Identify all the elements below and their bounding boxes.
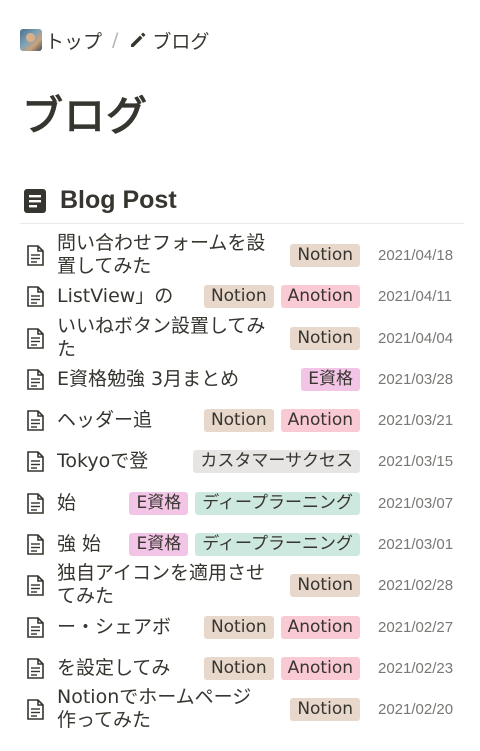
post-date: 2021/03/07 [378, 494, 454, 512]
tag-badge[interactable]: ディープラーニング [195, 491, 360, 515]
breadcrumb-home-link[interactable]: トップ [20, 27, 102, 54]
tag-badge[interactable]: Notion [290, 698, 360, 722]
post-tags: Notion [290, 574, 360, 598]
breadcrumb-separator: / [112, 29, 119, 51]
tag-badge[interactable]: E資格 [129, 533, 189, 557]
tag-badge[interactable]: カスタマーサクセス [193, 450, 360, 474]
post-tags: E資格 [301, 367, 360, 391]
document-icon [26, 327, 45, 349]
page-title: ブログ [22, 92, 148, 140]
tag-badge[interactable]: Notion [290, 574, 360, 598]
tag-badge[interactable]: Anotion [280, 409, 360, 433]
database-title[interactable]: Blog Post [60, 186, 177, 215]
post-row[interactable]: 問い合わせフォームを設置してみた Notion 2021/04/18 [0, 232, 480, 278]
post-row[interactable]: を設定してみ Notion Anotion 2021/02/23 [0, 648, 480, 689]
database-divider [20, 223, 464, 224]
document-icon [26, 575, 45, 597]
avatar [20, 29, 42, 51]
post-row[interactable]: E資格勉強 3月まとめ E資格 2021/03/28 [0, 359, 480, 400]
post-date: 2021/03/15 [378, 453, 454, 471]
post-tags: E資格 ディープラーニング [129, 491, 360, 515]
post-date: 2021/02/23 [378, 659, 454, 677]
document-icon [26, 699, 45, 721]
tag-badge[interactable]: Anotion [280, 615, 360, 639]
document-icon [26, 451, 45, 473]
post-date: 2021/02/27 [378, 618, 454, 636]
document-icon [26, 410, 45, 431]
post-list: 問い合わせフォームを設置してみた Notion 2021/04/18 ListView… [0, 232, 480, 732]
post-row[interactable]: 独自アイコンを適用させてみた Notion 2021/02/28 [0, 562, 480, 608]
post-tags: Notion Anotion [203, 615, 360, 639]
post-date: 2021/03/28 [378, 370, 454, 388]
database-header: Blog Post [22, 186, 177, 215]
post-row[interactable]: 始 E資格 ディープラーニング 2021/03/07 [0, 483, 480, 524]
document-icon [26, 658, 45, 679]
post-title[interactable]: Notionでホームページ作ってみた [57, 686, 267, 732]
post-row[interactable]: いいねボタン設置してみた Notion 2021/04/04 [0, 315, 480, 361]
tag-badge[interactable]: ディープラーニング [195, 533, 360, 557]
document-icon [26, 245, 45, 266]
post-row[interactable]: ListView」の Notion Anotion 2021/04/11 [0, 276, 480, 317]
document-icon [26, 616, 45, 638]
post-tags: E資格 ディープラーニング [129, 533, 360, 557]
post-row[interactable]: Notionでホームページ作ってみた Notion 2021/02/20 [0, 686, 480, 732]
post-title[interactable]: E資格勉強 3月まとめ [57, 368, 272, 392]
tag-badge[interactable]: Notion [290, 326, 360, 350]
tag-badge[interactable]: Notion [290, 244, 360, 267]
breadcrumb-home-label: トップ [45, 30, 103, 53]
breadcrumb: トップ / ブログ [20, 26, 209, 54]
breadcrumb-current-label: ブログ [152, 30, 210, 53]
post-title[interactable]: いいねボタン設置してみた [57, 315, 267, 361]
post-tags: Notion [290, 698, 360, 722]
document-icon [26, 534, 45, 555]
post-tags: Notion [290, 244, 360, 267]
post-tags: Notion [290, 326, 360, 350]
post-date: 2021/03/01 [378, 536, 454, 554]
document-icon [26, 492, 45, 514]
post-row[interactable]: ー・シェアボ Notion Anotion 2021/02/27 [0, 607, 480, 648]
post-date: 2021/02/20 [378, 701, 454, 719]
post-row[interactable]: ヘッダー追 Notion Anotion 2021/03/21 [0, 400, 480, 441]
tag-badge[interactable]: Notion [203, 615, 274, 639]
post-row[interactable]: Tokyoで登 カスタマーサクセス 2021/03/15 [0, 441, 480, 482]
tag-badge[interactable]: E資格 [129, 491, 189, 515]
pencil-icon [131, 32, 146, 47]
post-tags: カスタマーサクセス [193, 450, 360, 474]
document-list-icon [24, 188, 46, 213]
post-tags: Notion Anotion [203, 409, 360, 433]
post-tags: Notion Anotion [203, 285, 360, 309]
post-date: 2021/03/21 [378, 412, 454, 430]
post-tags: Notion Anotion [203, 656, 360, 680]
post-row[interactable]: 強 始 E資格 ディープラーニング 2021/03/01 [0, 524, 480, 565]
tag-badge[interactable]: Notion [203, 285, 274, 309]
post-date: 2021/04/11 [378, 288, 452, 306]
tag-badge[interactable]: Notion [203, 409, 274, 433]
tag-badge[interactable]: Anotion [280, 656, 360, 680]
post-title[interactable]: 独自アイコンを適用させてみた [57, 562, 267, 608]
post-date: 2021/04/18 [378, 247, 454, 264]
post-date: 2021/02/28 [378, 577, 454, 595]
breadcrumb-current-link[interactable]: ブログ [128, 27, 209, 54]
document-icon [26, 369, 45, 390]
post-title[interactable]: 問い合わせフォームを設置してみた [57, 232, 267, 278]
tag-badge[interactable]: Notion [203, 656, 274, 680]
tag-badge[interactable]: Anotion [280, 285, 360, 309]
post-date: 2021/04/04 [378, 329, 454, 347]
tag-badge[interactable]: E資格 [301, 367, 360, 391]
document-icon [26, 286, 45, 308]
